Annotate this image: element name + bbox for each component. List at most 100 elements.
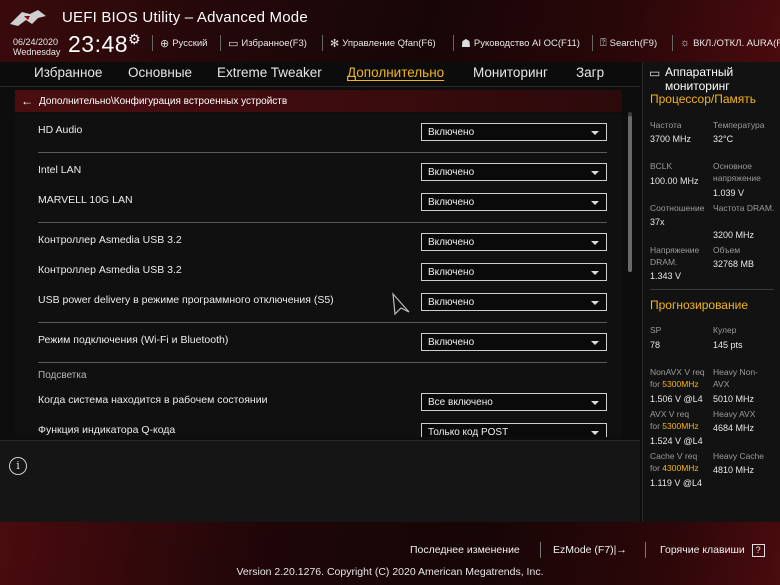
dram-freq-label: Частота DRAM.: [713, 203, 775, 213]
cpu-temp-label: Температура: [713, 120, 765, 130]
ratio-value: 37x: [650, 217, 665, 227]
panel-divider: [650, 289, 774, 290]
aura-button[interactable]: ☼ ВКЛ./ОТКЛ. AURA(F4): [680, 37, 780, 49]
favorites-button[interactable]: ▭ Избранное(F3): [228, 37, 307, 50]
setting-label: HD Audio: [38, 124, 83, 136]
bclk-label: BCLK: [650, 161, 673, 171]
setting-row-hd-audio: HD Audio Включено: [15, 116, 622, 142]
nonavx-req-value: 1.506 V @L4: [650, 394, 703, 404]
header-divider: [672, 35, 673, 51]
core-voltage-value: 1.039 V: [713, 188, 745, 198]
chevron-down-icon: [591, 431, 599, 435]
setting-label: Когда система находится в рабочем состоя…: [38, 394, 268, 406]
avx-req-label: AVX V req for 5300MHz: [650, 408, 699, 432]
qfan-button[interactable]: ✻ Управление Qfan(F6): [330, 37, 436, 50]
select-value: Включено: [428, 167, 475, 178]
core-voltage-label: Основное напряжение: [713, 161, 761, 183]
header-divider: [220, 35, 221, 51]
hotkeys-button[interactable]: Горячие клавиши ?: [660, 544, 765, 557]
tab-advanced[interactable]: Дополнительно: [347, 65, 444, 80]
select-value: Включено: [428, 267, 475, 278]
tab-monitor[interactable]: Мониторинг: [473, 65, 548, 80]
dram-voltage-value: 1.343 V: [650, 271, 682, 281]
monitor-icon: ▭: [649, 66, 661, 80]
scrollbar-thumb[interactable]: [628, 116, 632, 272]
cooler-value: 145 pts: [713, 340, 743, 350]
app-title: UEFI BIOS Utility – Advanced Mode: [62, 9, 308, 26]
setting-select-usb-power-delivery[interactable]: Включено: [421, 293, 607, 311]
setting-label: MARVELL 10G LAN: [38, 194, 133, 206]
chevron-down-icon: [591, 131, 599, 135]
setting-label: Режим подключения (Wi-Fi и Bluetooth): [38, 334, 229, 346]
cpu-freq-label: Частота: [650, 120, 682, 130]
ai-oc-label: Руководство AI OC(F11): [473, 38, 580, 49]
heavy-nonavx-label: Heavy Non-AVX: [713, 367, 758, 389]
select-value: Включено: [428, 197, 475, 208]
cache-req-label: Cache V req for 4300MHz: [650, 450, 699, 474]
section-row-lighting: Подсветка: [15, 362, 622, 388]
setting-select-asmedia-usb-1[interactable]: Включено: [421, 233, 607, 251]
cpu-memory-heading: Процессор/Память: [650, 92, 756, 106]
setting-select-working-state-lighting[interactable]: Все включено: [421, 393, 607, 411]
heavy-nonavx-value: 5010 MHz: [713, 394, 755, 404]
bclk-value: 100.00 MHz: [650, 176, 699, 186]
select-value: Включено: [428, 237, 475, 248]
sp-label: SP: [650, 325, 662, 335]
tab-extreme-tweaker[interactable]: Extreme Tweaker: [217, 65, 322, 80]
settings-scrollbar[interactable]: [628, 112, 632, 272]
gear-icon[interactable]: ⚙: [128, 31, 141, 48]
cpu-freq-value: 3700 MHz: [650, 134, 692, 144]
ai-oc-icon: ☗: [461, 38, 471, 50]
favorites-label: Избранное(F3): [241, 38, 307, 49]
capacity-label: Объем: [713, 245, 741, 255]
divider: [38, 322, 607, 323]
nonavx-req-text: NonAVX V req: [650, 367, 705, 377]
tab-favorites[interactable]: Избранное: [34, 65, 102, 80]
setting-select-asmedia-usb-2[interactable]: Включено: [421, 263, 607, 281]
select-value: Включено: [428, 337, 475, 348]
setting-row-q-code-led: Функция индикатора Q-кода Только код POS…: [15, 416, 622, 437]
cache-freq: 4300MHz: [662, 463, 699, 473]
setting-select-connectivity-mode[interactable]: Включено: [421, 333, 607, 351]
dram-freq-value: 3200 MHz: [713, 230, 755, 240]
aura-icon: ☼: [680, 37, 691, 49]
cache-freq-line: for 4300MHz: [650, 462, 699, 474]
for-text: for: [650, 421, 660, 431]
chevron-down-icon: [591, 201, 599, 205]
avx-req-text: AVX V req: [650, 409, 690, 419]
cooler-label: Кулер: [713, 325, 737, 335]
chevron-down-icon: [591, 301, 599, 305]
breadcrumb-text: Дополнительно\Конфигурация встроенных ус…: [39, 95, 288, 107]
ezmode-button[interactable]: EzMode (F7)|→: [553, 544, 627, 556]
aura-label: ВКЛ./ОТКЛ. AURA(F4): [693, 37, 780, 49]
mouse-cursor-icon: [392, 292, 410, 316]
setting-label: Контроллер Asmedia USB 3.2: [38, 234, 182, 246]
tab-main[interactable]: Основные: [128, 65, 192, 80]
breadcrumb[interactable]: ← Дополнительно\Конфигурация встроенных …: [15, 90, 622, 112]
tab-boot[interactable]: Загр: [576, 65, 604, 80]
setting-select-hd-audio[interactable]: Включено: [421, 123, 607, 141]
last-change-button[interactable]: Последнее изменение: [410, 544, 520, 556]
setting-select-q-code-led[interactable]: Только код POST: [421, 423, 607, 437]
main-tabs: Избранное Основные Extreme Tweaker Допол…: [0, 62, 640, 87]
section-heading-lighting: Подсветка: [38, 370, 87, 381]
back-arrow-icon[interactable]: ←: [21, 94, 33, 108]
setting-label: Контроллер Asmedia USB 3.2: [38, 264, 182, 276]
ezmode-label: EzMode (F7)|→: [553, 544, 627, 556]
ai-oc-button[interactable]: ☗ Руководство AI OC(F11): [461, 37, 580, 50]
date-display: 06/24/2020 Wednesday: [13, 37, 60, 57]
footer-divider: [540, 542, 541, 558]
setting-label: USB power delivery в режиме программного…: [38, 294, 334, 306]
setting-select-intel-lan[interactable]: Включено: [421, 163, 607, 181]
setting-row-marvell-lan: MARVELL 10G LAN Включено: [15, 186, 622, 212]
search-button[interactable]: ⍰ Search(F9): [600, 37, 657, 50]
chevron-down-icon: [591, 341, 599, 345]
avx-req-value: 1.524 V @L4: [650, 436, 703, 446]
info-icon: i: [9, 457, 27, 475]
setting-select-marvell-lan[interactable]: Включено: [421, 193, 607, 211]
qfan-label: Управление Qfan(F6): [342, 38, 436, 49]
divider: [38, 222, 607, 223]
language-button[interactable]: ⊕ Русский: [160, 37, 207, 50]
header-divider: [453, 35, 454, 51]
date-text: 06/24/2020: [13, 37, 59, 47]
